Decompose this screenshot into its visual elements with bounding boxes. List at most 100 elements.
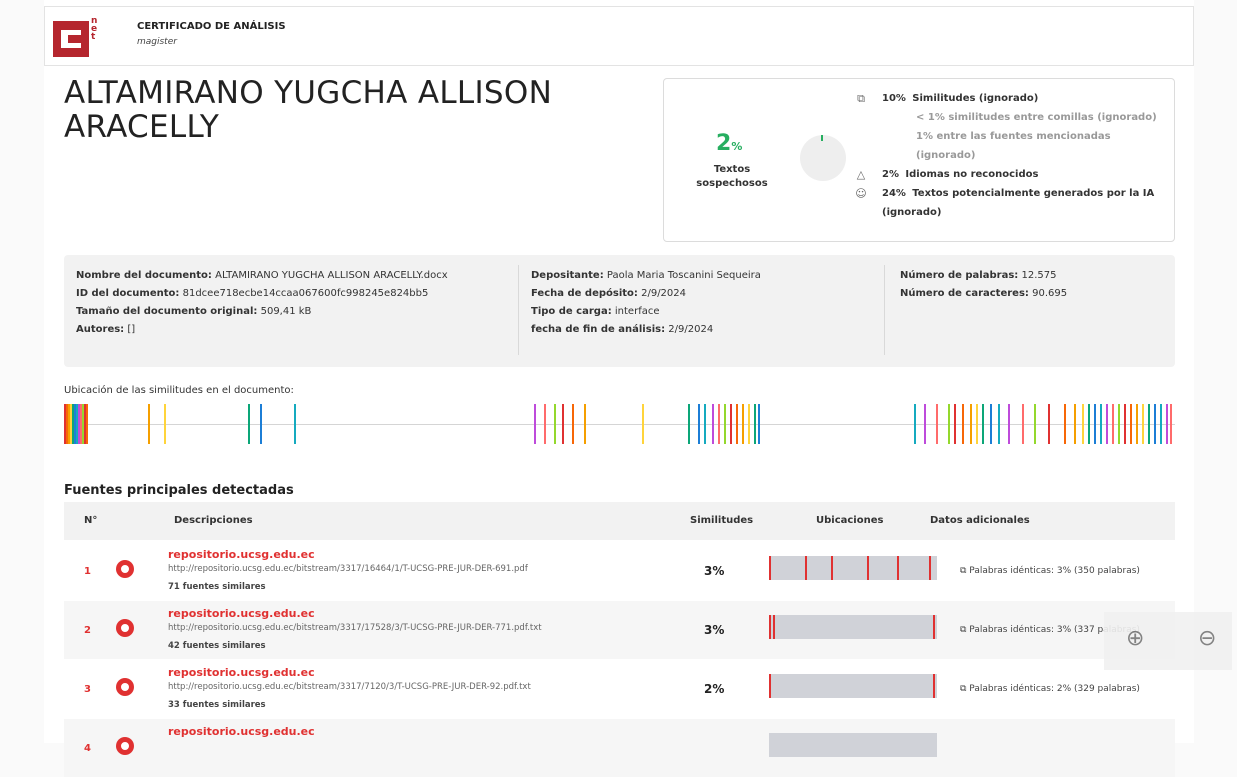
stat-similarities: ⧉ 10% Similitudes (ignorado)	[854, 89, 1164, 108]
sources-title: Fuentes principales detectadas	[64, 483, 294, 498]
similarity-tick[interactable]	[1022, 404, 1024, 444]
similarity-tick[interactable]	[982, 404, 984, 444]
identical-words: ⧉ Palabras idénticas: 2% (329 palabras)	[960, 684, 1140, 694]
similarity-tick[interactable]	[1064, 404, 1066, 444]
similarity-tick[interactable]	[584, 404, 586, 444]
similarity-tick[interactable]	[642, 404, 644, 444]
similarity-tick[interactable]	[758, 404, 760, 444]
identical-words: ⧉ Palabras idénticas: 3% (350 palabras)	[960, 566, 1140, 576]
col-descriptions: Descripciones	[174, 515, 253, 526]
source-row[interactable]: 4 repositorio.ucsg.edu.ec	[64, 719, 1175, 777]
similarity-tick[interactable]	[572, 404, 574, 444]
similarity-tick[interactable]	[914, 404, 916, 444]
similarity-tick[interactable]	[936, 404, 938, 444]
similarity-tick[interactable]	[534, 404, 536, 444]
similarity-tick[interactable]	[754, 404, 756, 444]
stat-mentioned-sources: 1% entre las fuentes mencionadas (ignora…	[916, 131, 1111, 161]
source-url-link[interactable]: http://repositorio.ucsg.edu.ec/bitstream…	[168, 623, 542, 633]
similarity-location-title: Ubicación de las similitudes en el docum…	[64, 385, 294, 396]
similarity-tick[interactable]	[976, 404, 978, 444]
similarity-tick[interactable]	[736, 404, 738, 444]
summary-card: 2% Textos sospechosos ⧉ 10% Similitudes (…	[663, 78, 1175, 242]
similarity-tick[interactable]	[742, 404, 744, 444]
similarity-tick[interactable]	[1034, 404, 1036, 444]
similarity-tick[interactable]	[554, 404, 556, 444]
web-source-icon	[116, 560, 134, 578]
similarity-tick[interactable]	[688, 404, 690, 444]
similarity-tick[interactable]	[1160, 404, 1162, 444]
similarity-tick[interactable]	[1094, 404, 1096, 444]
source-domain-link[interactable]: repositorio.ucsg.edu.ec	[168, 666, 315, 679]
similarity-tick[interactable]	[164, 404, 166, 444]
similarity-tick[interactable]	[704, 404, 706, 444]
similarity-tick[interactable]	[990, 404, 992, 444]
similarity-tick[interactable]	[1142, 404, 1144, 444]
similarity-tick[interactable]	[1154, 404, 1156, 444]
col-similarities: Similitudes	[690, 515, 754, 526]
similarity-tick[interactable]	[544, 404, 546, 444]
source-number: 1	[84, 566, 91, 577]
report-subtitle: magister	[137, 37, 177, 47]
similarity-tick[interactable]	[730, 404, 732, 444]
similarity-tick[interactable]	[954, 404, 956, 444]
similarity-tick[interactable]	[1148, 404, 1150, 444]
source-similarity-percent: 3%	[704, 564, 725, 578]
similarity-tick[interactable]	[1100, 404, 1102, 444]
similarity-tick[interactable]	[748, 404, 750, 444]
stat-ai-text: ☺ 24% Textos potencialmente generados por…	[854, 184, 1164, 222]
source-number: 2	[84, 625, 91, 636]
similarity-tick[interactable]	[712, 404, 714, 444]
similarity-tick[interactable]	[294, 404, 296, 444]
source-row[interactable]: 2 repositorio.ucsg.edu.ec http://reposit…	[64, 601, 1175, 659]
similarity-tick[interactable]	[1008, 404, 1010, 444]
similarity-tick[interactable]	[698, 404, 700, 444]
similarity-tick[interactable]	[718, 404, 720, 444]
similarity-tick[interactable]	[962, 404, 964, 444]
similarity-tick[interactable]	[1124, 404, 1126, 444]
source-url-link[interactable]: http://repositorio.ucsg.edu.ec/bitstream…	[168, 682, 531, 692]
metadata-column-deposit: Depositante: Paola Maria Toscanini Seque…	[531, 270, 761, 335]
similarity-tick[interactable]	[924, 404, 926, 444]
source-row[interactable]: 1 repositorio.ucsg.edu.ec http://reposit…	[64, 542, 1175, 600]
similarity-tick[interactable]	[1106, 404, 1108, 444]
similarity-tick[interactable]	[724, 404, 726, 444]
similar-sources-count[interactable]: 71 fuentes similares	[168, 582, 266, 592]
similarity-tick[interactable]	[248, 404, 250, 444]
similarity-tick[interactable]	[1112, 404, 1114, 444]
source-row[interactable]: 3 repositorio.ucsg.edu.ec http://reposit…	[64, 660, 1175, 718]
similarity-tick[interactable]	[1166, 404, 1168, 444]
similar-sources-count[interactable]: 33 fuentes similares	[168, 700, 266, 710]
web-source-icon	[116, 619, 134, 637]
similar-sources-count[interactable]: 42 fuentes similares	[168, 641, 266, 651]
similarity-tick[interactable]	[998, 404, 1000, 444]
similarity-tick[interactable]	[948, 404, 950, 444]
similarity-tick[interactable]	[562, 404, 564, 444]
col-locations: Ubicaciones	[816, 515, 884, 526]
similarity-tick[interactable]	[1074, 404, 1076, 444]
similarity-tick[interactable]	[148, 404, 150, 444]
similarity-tick[interactable]	[86, 404, 88, 444]
similarity-tick[interactable]	[1118, 404, 1120, 444]
similarity-tick[interactable]	[1130, 404, 1132, 444]
source-domain-link[interactable]: repositorio.ucsg.edu.ec	[168, 725, 315, 738]
similarity-tick[interactable]	[1136, 404, 1138, 444]
similarity-tick[interactable]	[1088, 404, 1090, 444]
similarity-tick[interactable]	[970, 404, 972, 444]
zoom-controls: ⊕ ⊖	[1104, 612, 1232, 670]
zoom-out-icon[interactable]: ⊖	[1198, 626, 1216, 651]
similarity-tick[interactable]	[1170, 404, 1172, 444]
similarity-location-strip	[64, 404, 1175, 444]
similarity-tick[interactable]	[260, 404, 262, 444]
suspicious-donut-chart	[800, 135, 846, 181]
report-title: CERTIFICADO DE ANÁLISIS	[137, 21, 286, 32]
source-url-link[interactable]: http://repositorio.ucsg.edu.ec/bitstream…	[168, 564, 528, 574]
source-location-bar	[769, 556, 937, 580]
stat-languages: △ 2% Idiomas no reconocidos	[854, 165, 1164, 184]
similarity-tick[interactable]	[1048, 404, 1050, 444]
copy-icon: ⧉	[857, 92, 865, 105]
summary-stats: ⧉ 10% Similitudes (ignorado) < 1% similit…	[854, 89, 1164, 222]
zoom-in-icon[interactable]: ⊕	[1126, 626, 1144, 651]
similarity-tick[interactable]	[1082, 404, 1084, 444]
source-domain-link[interactable]: repositorio.ucsg.edu.ec	[168, 548, 315, 561]
source-domain-link[interactable]: repositorio.ucsg.edu.ec	[168, 607, 315, 620]
